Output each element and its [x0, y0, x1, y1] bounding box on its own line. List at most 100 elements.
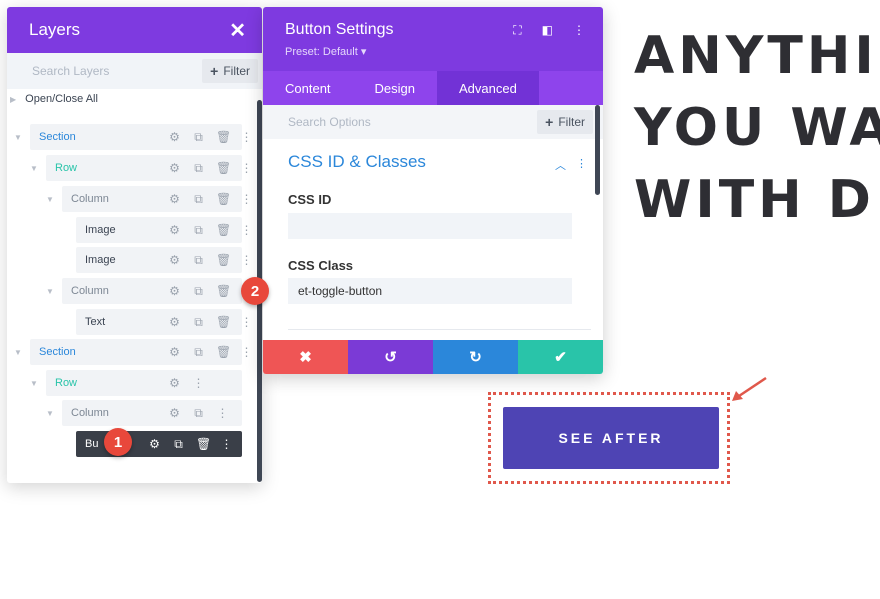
gear-icon[interactable]: ⚙: [168, 192, 181, 206]
chevron-up-icon[interactable]: ︿: [555, 157, 566, 173]
layers-filter-button[interactable]: + Filter: [202, 59, 258, 83]
duplicate-icon[interactable]: ⧉: [192, 284, 205, 299]
css-id-field[interactable]: [288, 213, 572, 239]
close-icon[interactable]: ✕: [229, 18, 246, 43]
more-icon[interactable]: ⋮: [240, 345, 253, 359]
caret-down-icon[interactable]: ▼: [30, 379, 38, 388]
duplicate-icon[interactable]: ⧉: [192, 315, 205, 330]
open-close-all-label: Open/Close All: [25, 93, 98, 105]
more-icon[interactable]: ⋮: [240, 223, 253, 237]
layer-pill[interactable]: Section ⚙ ⧉ 🗑 ⋮: [30, 124, 253, 150]
more-icon[interactable]: ⋮: [220, 437, 233, 451]
layer-label: Column: [71, 407, 109, 419]
more-icon[interactable]: ⋮: [216, 406, 229, 420]
duplicate-icon[interactable]: ⧉: [192, 253, 205, 268]
caret-down-icon[interactable]: ▼: [14, 133, 22, 142]
more-icon[interactable]: ⋮: [240, 161, 253, 175]
more-icon[interactable]: ⋮: [240, 315, 253, 329]
tab-advanced[interactable]: Advanced: [437, 71, 539, 105]
open-close-all[interactable]: ▶ Open/Close All: [10, 93, 98, 105]
gear-icon[interactable]: ⚙: [168, 315, 181, 329]
trash-icon[interactable]: 🗑: [216, 161, 231, 175]
duplicate-icon[interactable]: ⧉: [192, 345, 205, 360]
gear-icon[interactable]: ⚙: [168, 253, 181, 267]
layer-pill-active[interactable]: Bu ⚙ ⧉ 🗑 ⋮: [76, 431, 242, 457]
layer-pill[interactable]: Image ⚙ ⧉ 🗑 ⋮: [76, 217, 253, 243]
layer-label: Column: [71, 193, 109, 205]
css-id-label: CSS ID: [288, 192, 332, 207]
trash-icon[interactable]: 🗑: [216, 223, 231, 237]
duplicate-icon[interactable]: ⧉: [192, 161, 205, 176]
layer-pill[interactable]: Text ⚙ ⧉ 🗑 ⋮: [76, 309, 253, 335]
hero-line-1: ANYTHI: [634, 26, 878, 86]
gear-icon[interactable]: ⚙: [168, 406, 181, 420]
layers-filter-label: Filter: [223, 64, 250, 78]
trash-icon[interactable]: 🗑: [216, 192, 231, 206]
options-filter-button[interactable]: + Filter: [537, 110, 593, 134]
redo-button[interactable]: ↻: [433, 340, 518, 374]
gear-icon[interactable]: ⚙: [168, 130, 181, 144]
layer-label: Row: [55, 162, 78, 174]
more-icon[interactable]: ⋮: [240, 253, 253, 267]
duplicate-icon[interactable]: ⧉: [172, 437, 185, 452]
more-icon[interactable]: ⋮: [192, 376, 205, 390]
see-after-button[interactable]: SEE AFTER: [503, 407, 719, 469]
more-icon[interactable]: ⋮: [576, 157, 587, 173]
undo-button[interactable]: ↺: [348, 340, 433, 374]
tab-design[interactable]: Design: [353, 71, 437, 105]
save-button[interactable]: ✔: [518, 340, 603, 374]
layer-label: Section: [39, 346, 76, 358]
css-section-title[interactable]: CSS ID & Classes: [288, 152, 426, 172]
more-icon[interactable]: ⋮: [240, 192, 253, 206]
gear-icon[interactable]: ⚙: [168, 376, 181, 390]
gear-icon[interactable]: ⚙: [168, 161, 181, 175]
dock-icon[interactable]: ◧: [542, 23, 553, 38]
trash-icon[interactable]: 🗑: [196, 437, 211, 451]
options-search-input[interactable]: Search Options: [288, 115, 371, 129]
layer-pill[interactable]: Column ⚙ ⧉ ⋮: [62, 400, 242, 426]
discard-button[interactable]: ✖: [263, 340, 348, 374]
layer-pill[interactable]: Column ⚙ ⧉ 🗑 ⋮: [62, 278, 253, 304]
gear-icon[interactable]: ⚙: [168, 284, 181, 298]
trash-icon[interactable]: 🗑: [216, 253, 231, 267]
css-class-field[interactable]: et-toggle-button: [288, 278, 572, 304]
plus-icon: +: [210, 63, 219, 79]
layer-pill[interactable]: Column ⚙ ⧉ 🗑 ⋮: [62, 186, 253, 212]
caret-down-icon[interactable]: ▼: [14, 348, 22, 357]
preset-dropdown[interactable]: Preset: Default ▾: [285, 45, 581, 58]
layer-tools: ⚙ ⧉ 🗑 ⋮: [168, 223, 253, 238]
fullscreen-icon[interactable]: ⛶: [513, 23, 521, 38]
layer-pill[interactable]: Row ⚙ ⋮: [46, 370, 242, 396]
layer-pill[interactable]: Section ⚙ ⧉ 🗑 ⋮: [30, 339, 253, 365]
layers-search-input[interactable]: Search Layers: [32, 64, 109, 78]
step-badge-1: 1: [104, 428, 132, 456]
button-selection-outline: SEE AFTER: [488, 392, 730, 484]
caret-down-icon[interactable]: ▼: [46, 195, 54, 204]
trash-icon[interactable]: 🗑: [216, 315, 231, 329]
gear-icon[interactable]: ⚙: [148, 437, 161, 451]
layer-pill[interactable]: Row ⚙ ⧉ 🗑 ⋮: [46, 155, 253, 181]
gear-icon[interactable]: ⚙: [168, 345, 181, 359]
hero-line-2: YOU WA: [634, 98, 880, 158]
layer-label: Image: [85, 224, 116, 236]
gear-icon[interactable]: ⚙: [168, 223, 181, 237]
duplicate-icon[interactable]: ⧉: [192, 192, 205, 207]
layers-title: Layers: [29, 20, 81, 39]
duplicate-icon[interactable]: ⧉: [192, 223, 205, 238]
tab-content[interactable]: Content: [263, 71, 353, 105]
trash-icon[interactable]: 🗑: [216, 345, 231, 359]
duplicate-icon[interactable]: ⧉: [192, 406, 205, 421]
more-icon[interactable]: ⋮: [240, 130, 253, 144]
layer-label: Image: [85, 254, 116, 266]
caret-down-icon[interactable]: ▼: [46, 409, 54, 418]
trash-icon[interactable]: 🗑: [216, 130, 231, 144]
layer-pill[interactable]: Image ⚙ ⧉ 🗑 ⋮: [76, 247, 253, 273]
more-icon[interactable]: ⋮: [573, 23, 585, 38]
caret-down-icon[interactable]: ▼: [30, 164, 38, 173]
trash-icon[interactable]: 🗑: [216, 284, 231, 298]
layer-tools: ⚙ ⧉ 🗑 ⋮: [148, 437, 233, 452]
settings-scrollbar[interactable]: [595, 105, 600, 195]
duplicate-icon[interactable]: ⧉: [192, 130, 205, 145]
layer-label: Row: [55, 377, 78, 389]
caret-down-icon[interactable]: ▼: [46, 287, 54, 296]
